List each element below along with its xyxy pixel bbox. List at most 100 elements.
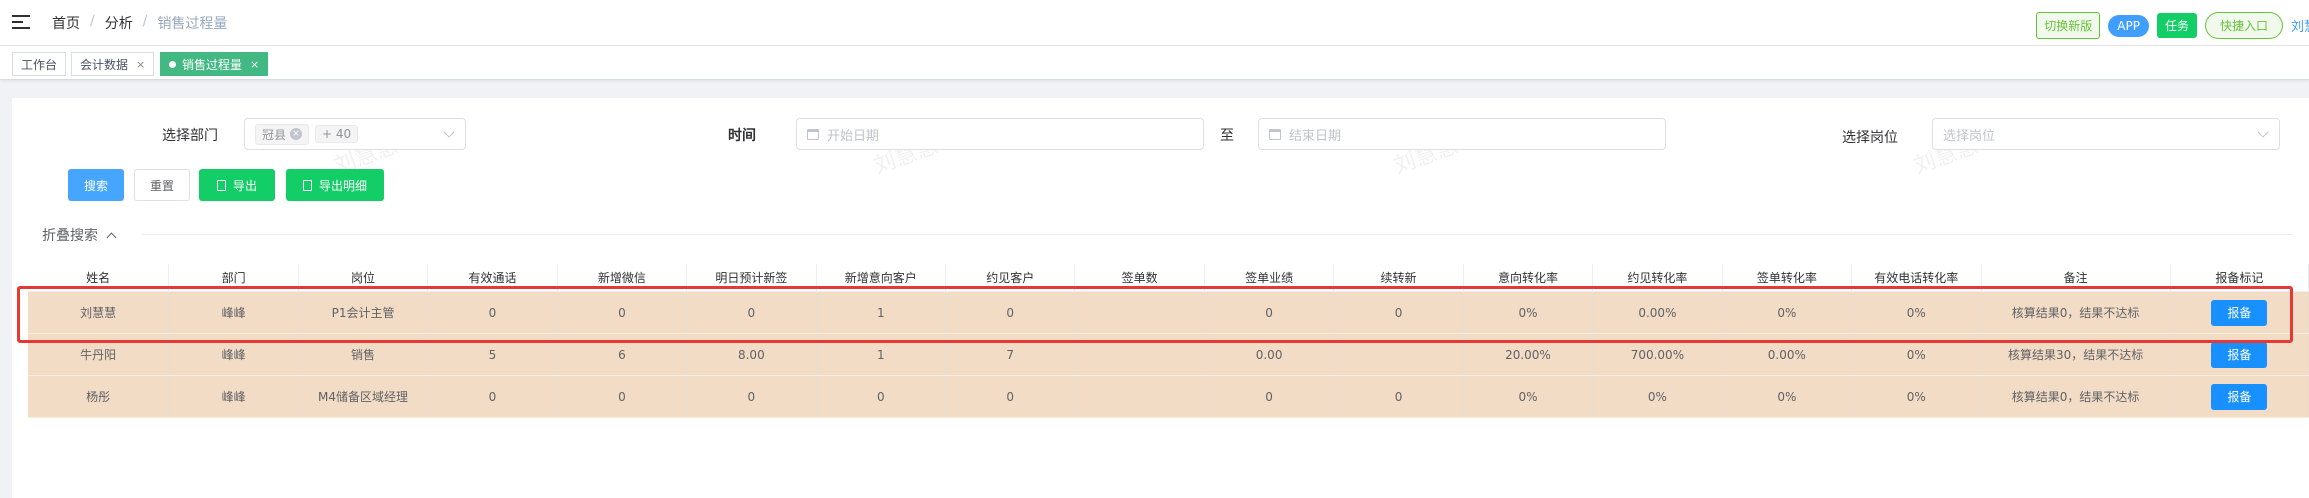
table-cell: 报备 — [2171, 334, 2309, 375]
column-header: 意向转化率 — [1464, 264, 1594, 291]
table-cell: 0 — [687, 292, 817, 333]
time-label: 时间 — [728, 128, 756, 144]
export-detail-button[interactable]: 导出明细 — [286, 169, 384, 201]
table-cell: 0.00% — [1723, 334, 1853, 375]
tag-close-icon[interactable]: × — [290, 128, 303, 140]
column-header: 部门 — [169, 264, 299, 291]
table-cell: 报备 — [2171, 292, 2309, 333]
column-header: 签单业绩 — [1205, 264, 1335, 291]
close-icon[interactable]: × — [250, 58, 259, 71]
top-right-actions: 切换新版 APP 任务 快捷入口 刘慧慧 — [2036, 12, 2309, 39]
end-date-input[interactable]: 结束日期 — [1258, 118, 1666, 150]
tab-label: 销售过程量 — [182, 57, 243, 72]
reset-button[interactable]: 重置 — [134, 169, 190, 201]
column-header: 姓名 — [28, 264, 170, 291]
app-button[interactable]: APP — [2108, 14, 2149, 37]
tab-label: 工作台 — [21, 57, 58, 72]
table-cell: 0% — [1593, 376, 1723, 417]
table-cell: 0% — [1464, 376, 1594, 417]
table-cell: 0% — [1723, 292, 1853, 333]
dept-tag: 冠县 × — [255, 123, 310, 145]
column-header: 报备标记 — [2171, 264, 2309, 291]
table-cell: 峰峰 — [169, 292, 299, 333]
breadcrumb-home[interactable]: 首页 — [52, 13, 80, 33]
breadcrumb-separator: / — [142, 13, 148, 29]
tab-accounting-data[interactable]: 会计数据 × — [71, 52, 155, 76]
table-cell: 0 — [817, 376, 946, 417]
table-cell: 8.00 — [687, 334, 817, 375]
table-cell: 0% — [1852, 292, 1982, 333]
export-label: 导出 — [232, 178, 257, 193]
calendar-icon — [807, 128, 819, 140]
table-cell: 700.00% — [1593, 334, 1723, 375]
hamburger-menu-icon[interactable] — [12, 15, 30, 31]
table-body: 刘慧慧 峰峰 P1会计主管 0 0 0 1 0 0 0 0% 0.00% 0% 0% 核算结果0，结果不达标… — [28, 292, 2309, 418]
report-button[interactable]: 报备 — [2211, 383, 2268, 410]
table-cell: 报备 — [2171, 376, 2309, 417]
document-icon — [216, 179, 226, 191]
table-cell: 1 — [817, 334, 946, 375]
table-row: 牛丹阳 峰峰 销售 5 6 8.00 1 7 0.00 20.00% 700.00% 0.00% 0% 核… — [28, 334, 2309, 376]
tags-view-bar: 工作台 会计数据 × 销售过程量 × — [0, 46, 2309, 80]
table-cell — [1075, 334, 1205, 375]
end-date-placeholder: 结束日期 — [1289, 128, 1342, 144]
chevron-down-icon — [2257, 126, 2269, 138]
column-header: 续转新 — [1334, 264, 1464, 291]
report-button[interactable]: 报备 — [2211, 341, 2268, 368]
table-cell: 核算结果0，结果不达标 — [1982, 292, 2171, 333]
dept-label: 选择部门 — [162, 128, 218, 144]
chevron-up-icon — [106, 232, 117, 242]
dept-select[interactable]: 冠县 × + 40 — [244, 118, 466, 150]
task-button[interactable]: 任务 — [2156, 13, 2197, 38]
start-date-placeholder: 开始日期 — [827, 128, 880, 144]
export-detail-label: 导出明细 — [318, 178, 367, 193]
post-label: 选择岗位 — [1842, 130, 1898, 146]
table-cell: 0 — [1334, 376, 1464, 417]
table-cell: M4储备区域经理 — [299, 376, 429, 417]
table-row: 杨彤 峰峰 M4储备区域经理 0 0 0 0 0 0 0 0% 0% 0% 0% 核算结果0，结果不达标 报备 — [28, 376, 2309, 418]
column-header: 约见客户 — [946, 264, 1076, 291]
column-header: 签单数 — [1075, 264, 1205, 291]
table-cell: 20.00% — [1464, 334, 1594, 375]
export-button[interactable]: 导出 — [199, 169, 275, 201]
column-header: 签单转化率 — [1723, 264, 1853, 291]
table-cell: 6 — [558, 334, 688, 375]
table-cell: 0 — [1205, 292, 1335, 333]
table-cell: 核算结果30，结果不达标 — [1982, 334, 2171, 375]
table-cell: 0 — [687, 376, 817, 417]
column-header: 有效通话 — [428, 264, 558, 291]
table-cell: 刘慧慧 — [28, 292, 170, 333]
top-navbar: 首页 / 分析 / 销售过程量 切换新版 APP 任务 快捷入口 刘慧慧 — [0, 0, 2309, 46]
switch-version-button[interactable]: 切换新版 — [2036, 12, 2101, 39]
table-cell: 0 — [946, 292, 1076, 333]
document-icon — [302, 179, 312, 191]
tab-workbench[interactable]: 工作台 — [12, 52, 67, 76]
post-select[interactable]: 选择岗位 — [1932, 118, 2280, 150]
table-cell: 0 — [428, 376, 558, 417]
divider — [142, 234, 2292, 235]
start-date-input[interactable]: 开始日期 — [796, 118, 1204, 150]
column-header: 岗位 — [299, 264, 429, 291]
search-button[interactable]: 搜索 — [68, 169, 124, 201]
tab-sales-process[interactable]: 销售过程量 × — [160, 52, 269, 76]
table-cell: 5 — [428, 334, 558, 375]
post-placeholder: 选择岗位 — [1943, 128, 1996, 144]
fold-search-toggle[interactable]: 折叠搜索 — [42, 225, 117, 245]
table-cell: 0 — [946, 376, 1076, 417]
table-cell: 0 — [1205, 376, 1335, 417]
column-header: 明日预计新签 — [687, 264, 817, 291]
quick-entry-button[interactable]: 快捷入口 — [2204, 12, 2283, 39]
breadcrumb-current: 销售过程量 — [157, 16, 228, 32]
breadcrumb-analysis[interactable]: 分析 — [105, 13, 133, 33]
user-name[interactable]: 刘慧慧 — [2291, 16, 2309, 35]
report-button[interactable]: 报备 — [2211, 299, 2268, 326]
tab-label: 会计数据 — [80, 57, 129, 72]
table-cell: 0% — [1852, 376, 1982, 417]
table-cell: 1 — [817, 292, 946, 333]
breadcrumb: 首页 / 分析 / 销售过程量 — [52, 13, 227, 33]
close-icon[interactable]: × — [136, 58, 145, 71]
fold-search-label: 折叠搜索 — [42, 228, 98, 244]
table-row: 刘慧慧 峰峰 P1会计主管 0 0 0 1 0 0 0 0% 0.00% 0% 0% 核算结果0，结果不达标… — [28, 292, 2309, 334]
active-dot-icon — [169, 60, 176, 68]
column-header: 有效电话转化率 — [1852, 264, 1982, 291]
